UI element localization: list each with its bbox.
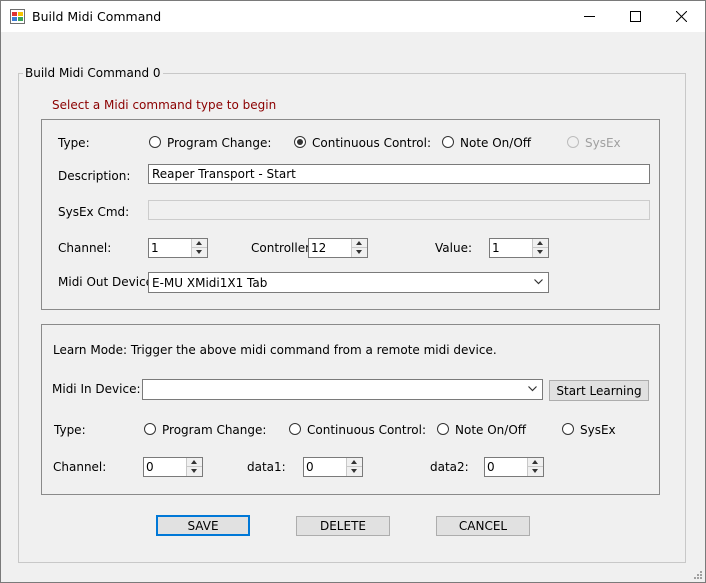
minimize-button[interactable] (567, 1, 613, 32)
learn-channel-label: Channel: (53, 460, 107, 474)
start-learning-button[interactable]: Start Learning (549, 380, 649, 401)
continuous-control-label[interactable]: Continuous Control: (312, 136, 431, 150)
chevron-down-icon (534, 279, 543, 285)
value-stepper[interactable]: 1 (489, 238, 549, 258)
save-button[interactable]: SAVE (156, 515, 250, 536)
app-icon (10, 9, 25, 24)
learn-channel-value: 0 (146, 460, 154, 474)
close-icon (676, 11, 687, 22)
controller-stepper[interactable]: 12 (308, 238, 368, 258)
hint-text: Select a Midi command type to begin (52, 98, 277, 112)
description-input[interactable]: Reaper Transport - Start (148, 164, 650, 184)
value-down-icon[interactable] (533, 248, 548, 257)
data1-label: data1: (247, 460, 286, 474)
program-change-radio[interactable] (149, 136, 161, 148)
midi-in-select[interactable] (142, 379, 543, 400)
dialog-window: Build Midi Command Build Midi Command 0 … (0, 0, 706, 583)
minimize-icon (584, 16, 595, 17)
learn-program-change-radio[interactable] (144, 423, 156, 435)
value-value: 1 (492, 241, 500, 255)
title-bar[interactable]: Build Midi Command (1, 1, 705, 32)
delete-button[interactable]: DELETE (296, 516, 390, 536)
sysex-label: SysEx (585, 136, 621, 150)
controller-up-icon[interactable] (352, 239, 367, 248)
groupbox-title: Build Midi Command 0 (23, 66, 163, 80)
data2-label: data2: (430, 460, 469, 474)
midi-in-label: Midi In Device: (52, 382, 141, 396)
learn-continuous-control-label[interactable]: Continuous Control: (307, 423, 426, 437)
midi-out-select[interactable]: E-MU XMidi1X1 Tab (148, 272, 549, 293)
learn-sysex-radio[interactable] (562, 423, 574, 435)
controller-down-icon[interactable] (352, 248, 367, 257)
learn-channel-up-icon[interactable] (187, 458, 202, 467)
data2-value: 0 (487, 460, 495, 474)
channel-value: 1 (151, 241, 159, 255)
learn-sysex-label[interactable]: SysEx (580, 423, 616, 437)
learn-channel-stepper[interactable]: 0 (143, 457, 203, 477)
data2-up-icon[interactable] (528, 458, 543, 467)
controller-value: 12 (311, 241, 327, 255)
note-on-off-label[interactable]: Note On/Off (460, 136, 531, 150)
learn-type-label: Type: (54, 423, 86, 437)
data1-value: 0 (306, 460, 314, 474)
cancel-button[interactable]: CANCEL (436, 516, 530, 536)
controller-label: Controller: (251, 241, 314, 255)
data2-stepper[interactable]: 0 (484, 457, 544, 477)
program-change-label[interactable]: Program Change: (167, 136, 271, 150)
learn-note-on-off-label[interactable]: Note On/Off (455, 423, 526, 437)
channel-up-icon[interactable] (192, 239, 207, 248)
midi-out-label: Midi Out Device: (58, 275, 158, 289)
sysex-cmd-label: SysEx Cmd: (58, 205, 130, 219)
resize-grip-icon[interactable] (693, 570, 703, 580)
window-title: Build Midi Command (32, 9, 162, 24)
learn-channel-down-icon[interactable] (187, 467, 202, 476)
chevron-down-icon (528, 386, 537, 392)
sysex-radio (567, 136, 579, 148)
maximize-icon (630, 11, 641, 22)
type-label: Type: (58, 136, 90, 150)
learn-continuous-control-radio[interactable] (289, 423, 301, 435)
midi-out-value: E-MU XMidi1X1 Tab (152, 276, 268, 290)
data1-up-icon[interactable] (347, 458, 362, 467)
note-on-off-radio[interactable] (442, 136, 454, 148)
description-label: Description: (58, 169, 131, 183)
value-label: Value: (435, 241, 472, 255)
learn-instruction: Learn Mode: Trigger the above midi comma… (53, 343, 497, 357)
data1-stepper[interactable]: 0 (303, 457, 363, 477)
value-up-icon[interactable] (533, 239, 548, 248)
continuous-control-radio[interactable] (294, 136, 306, 148)
sysex-cmd-input (148, 200, 650, 220)
learn-note-on-off-radio[interactable] (437, 423, 449, 435)
close-button[interactable] (659, 1, 705, 32)
description-value: Reaper Transport - Start (152, 167, 296, 181)
learn-program-change-label[interactable]: Program Change: (162, 423, 266, 437)
channel-stepper[interactable]: 1 (148, 238, 208, 258)
data2-down-icon[interactable] (528, 467, 543, 476)
maximize-button[interactable] (613, 1, 659, 32)
data1-down-icon[interactable] (347, 467, 362, 476)
channel-label: Channel: (58, 241, 112, 255)
channel-down-icon[interactable] (192, 248, 207, 257)
